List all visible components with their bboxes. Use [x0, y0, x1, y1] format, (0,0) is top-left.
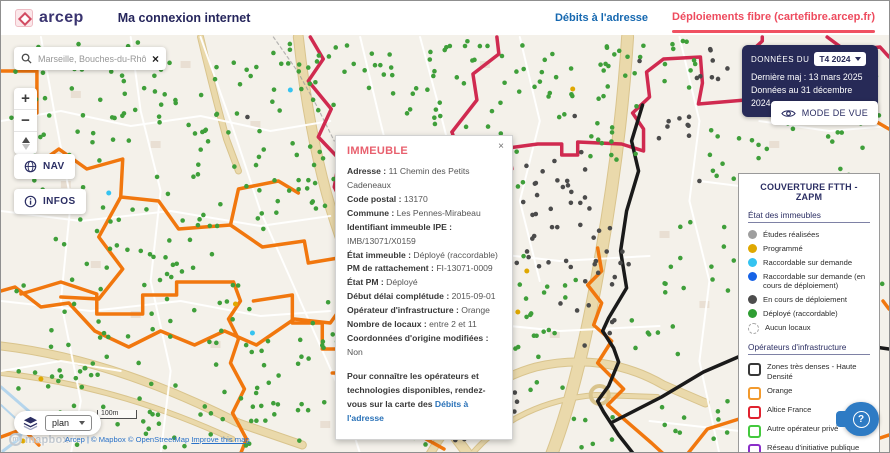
popup-field: Commune : Les Pennes-Mirabeau [347, 207, 501, 221]
mapbox-logo-icon: m [9, 433, 22, 446]
popup-footer: Pour connaître les opérateurs et technol… [347, 370, 501, 426]
page-title: Ma connexion internet [118, 11, 251, 25]
popup-fields: Adresse : 11 Chemin des Petits Cadeneaux… [347, 165, 501, 360]
chevron-down-icon [79, 421, 85, 425]
mode-de-vue-button[interactable]: MODE DE VUE [771, 101, 878, 125]
zoom-out-button[interactable]: − [14, 110, 37, 132]
popup-field: Opérateur d'infrastructure : Orange [347, 304, 501, 318]
search-box[interactable]: Marseille, Bouches-du-Rhône, F × [14, 47, 166, 70]
period-select[interactable]: T4 2024 [814, 52, 865, 66]
legend-item: Zones très denses - Haute Densité [748, 362, 870, 382]
map-container: Marseille, Bouches-du-Rhône, F × + − NAV [1, 35, 889, 452]
layers-icon [23, 416, 38, 430]
legend-swatch-square-icon [748, 406, 761, 419]
data-period-label: DONNÉES DU [751, 55, 809, 64]
legend-item: Réseau d'initiative publique [748, 443, 870, 452]
popup-field: État PM : Déployé [347, 276, 501, 290]
header-nav: Débits à l'adresse Déploiements fibre (c… [555, 11, 875, 25]
header: arcep Ma connexion internet Débits à l'a… [1, 1, 889, 35]
popup-title: IMMEUBLE [347, 145, 501, 157]
legend-swatch-square-icon [748, 444, 761, 452]
osm-attribution-link[interactable]: © OpenStreetMap [128, 435, 191, 444]
eye-icon [781, 108, 796, 119]
infos-button-label: INFOS [43, 196, 76, 207]
immeuble-popup: IMMEUBLE × Adresse : 11 Chemin des Petit… [335, 135, 513, 440]
compass-button[interactable] [14, 132, 37, 154]
compass-icon [22, 137, 30, 150]
legend-item: Orange [748, 386, 870, 401]
period-select-value: T4 2024 [819, 54, 850, 64]
nav-button-label: NAV [43, 161, 65, 172]
popup-field: Code postal : 13170 [347, 193, 501, 207]
legend-item: Déployé (raccordable) [748, 309, 870, 319]
legend-item: Études réalisées [748, 230, 870, 240]
legend-section-heading: Opérateurs d'infrastructure [748, 342, 870, 355]
legend-swatch-dot-icon [748, 230, 757, 239]
legend-item: Raccordable sur demande (en cours de dép… [748, 272, 870, 292]
popup-field: Coordonnées d'origine modifiées : Non [347, 332, 501, 360]
zoom-in-button[interactable]: + [14, 88, 37, 110]
help-button[interactable]: ? [843, 402, 879, 436]
legend-swatch-dashed-icon [748, 323, 759, 334]
legend-item: Aucun locaux [748, 323, 870, 334]
search-clear-icon[interactable]: × [152, 53, 159, 65]
mode-de-vue-label: MODE DE VUE [802, 108, 868, 118]
mapbox-attribution-link[interactable]: © Mapbox [91, 435, 128, 444]
popup-field: Début délai complétude : 2015-09-01 [347, 290, 501, 304]
legend-swatch-dot-icon [748, 309, 757, 318]
map-attribution: Arcep | © Mapbox © OpenStreetMap Improve… [65, 435, 250, 444]
legend-swatch-dot-icon [748, 258, 757, 267]
chevron-down-icon [855, 57, 861, 61]
info-icon [24, 195, 37, 208]
globe-icon [24, 160, 37, 173]
arcep-cartefibre-app: arcep Ma connexion internet Débits à l'a… [0, 0, 890, 453]
popup-field: PM de rattachement : FI-13071-0009 [347, 262, 501, 276]
arcep-logo[interactable]: arcep [15, 9, 84, 27]
basemap-select-value: plan [52, 418, 69, 428]
improve-map-link[interactable]: Improve this map [191, 435, 249, 444]
nav-button[interactable]: NAV [14, 154, 75, 179]
nav-debits-adresse[interactable]: Débits à l'adresse [555, 12, 648, 24]
legend-item: Programmé [748, 244, 870, 254]
nav-deploiements-fibre[interactable]: Déploiements fibre (cartefibre.arcep.fr) [672, 11, 875, 25]
question-icon: ? [853, 411, 870, 428]
popup-field: Identifiant immeuble IPE : IMB/13071/X01… [347, 221, 501, 249]
arcep-logo-icon [15, 9, 33, 27]
basemap-select[interactable]: plan [45, 415, 92, 431]
legend-swatch-square-icon [748, 425, 761, 438]
legend-item: En cours de déploiement [748, 295, 870, 305]
popup-close-icon[interactable]: × [498, 141, 504, 152]
legend-item: Raccordable sur demande [748, 258, 870, 268]
search-icon [21, 53, 32, 64]
legend-swatch-square-icon [748, 387, 761, 400]
legend-swatch-dot-icon [748, 244, 757, 253]
basemap-control: plan [14, 411, 101, 435]
legend-title: COUVERTURE FTTH - ZAPM [748, 182, 870, 202]
zoom-control: + − [14, 88, 37, 154]
infos-button[interactable]: INFOS [14, 189, 86, 214]
legend-swatch-square-icon [748, 363, 761, 376]
scale-bar: 100m [97, 410, 137, 419]
legend-section-heading: État des immeubles [748, 210, 870, 223]
legend-swatch-dot-icon [748, 295, 757, 304]
popup-field: Nombre de locaux : entre 2 et 11 [347, 318, 501, 332]
popup-field: Adresse : 11 Chemin des Petits Cadeneaux [347, 165, 501, 193]
popup-field: État immeuble : Déployé (raccordable) [347, 249, 501, 263]
search-input[interactable]: Marseille, Bouches-du-Rhône, F [38, 54, 146, 64]
legend-swatch-dot-icon [748, 272, 757, 281]
brand-name: arcep [39, 9, 84, 27]
last-update-text: Dernière maj : 13 mars 2025 [751, 71, 869, 84]
